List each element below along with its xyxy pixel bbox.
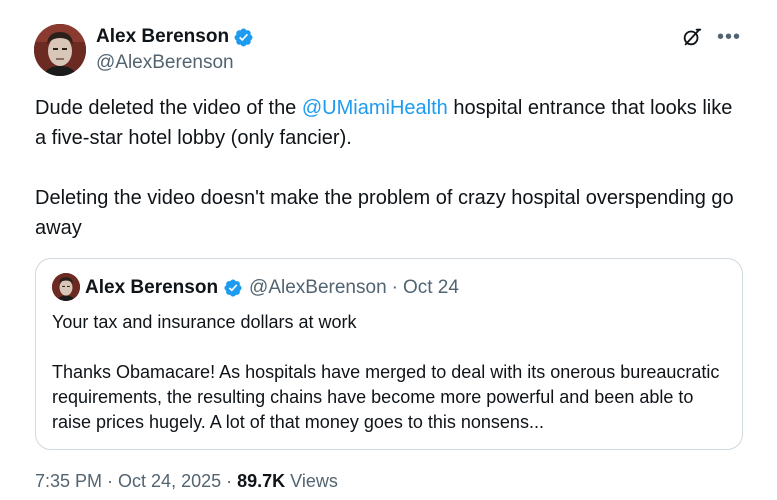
tweet-time[interactable]: 7:35 PM [35,471,102,492]
verified-badge-icon [234,28,253,46]
meta-separator: · [107,471,114,491]
mention-link[interactable]: @UMiamiHealth [302,97,448,119]
quote-display-name[interactable]: Alex Berenson [85,277,218,299]
quote-body: Thanks Obamacare! As hospitals have merg… [52,362,720,432]
quote-verified-badge-icon [224,279,242,297]
views-count: 89.7K [237,471,286,491]
author-handle[interactable]: @AlexBerenson [96,52,234,74]
quote-line-1: Your tax and insurance dollars at work [52,312,357,332]
meta-separator-2: · [226,471,233,491]
tweet-paragraph-1: Dude deleted the video of the @UMiamiHea… [35,97,733,149]
quote-handle[interactable]: @AlexBerenson [249,277,387,299]
tweet-paragraph-2: Deleting the video doesn't make the prob… [35,187,734,239]
quote-date[interactable]: Oct 24 [403,277,459,299]
tweet-meta: 7:35 PM · Oct 24, 2025 · 89.7K Views [35,471,338,492]
tweet-date[interactable]: Oct 24, 2025 [118,471,221,492]
more-options-icon[interactable]: ••• [717,27,741,47]
quote-separator: · [391,277,398,298]
views-label: Views [290,471,338,491]
avatar[interactable] [34,24,86,76]
tweet-text: Dude deleted the video of the @UMiamiHea… [35,93,735,273]
quote-text: Your tax and insurance dollars at work T… [52,310,732,435]
grok-icon[interactable] [681,26,703,48]
author-display-name[interactable]: Alex Berenson [96,26,229,48]
